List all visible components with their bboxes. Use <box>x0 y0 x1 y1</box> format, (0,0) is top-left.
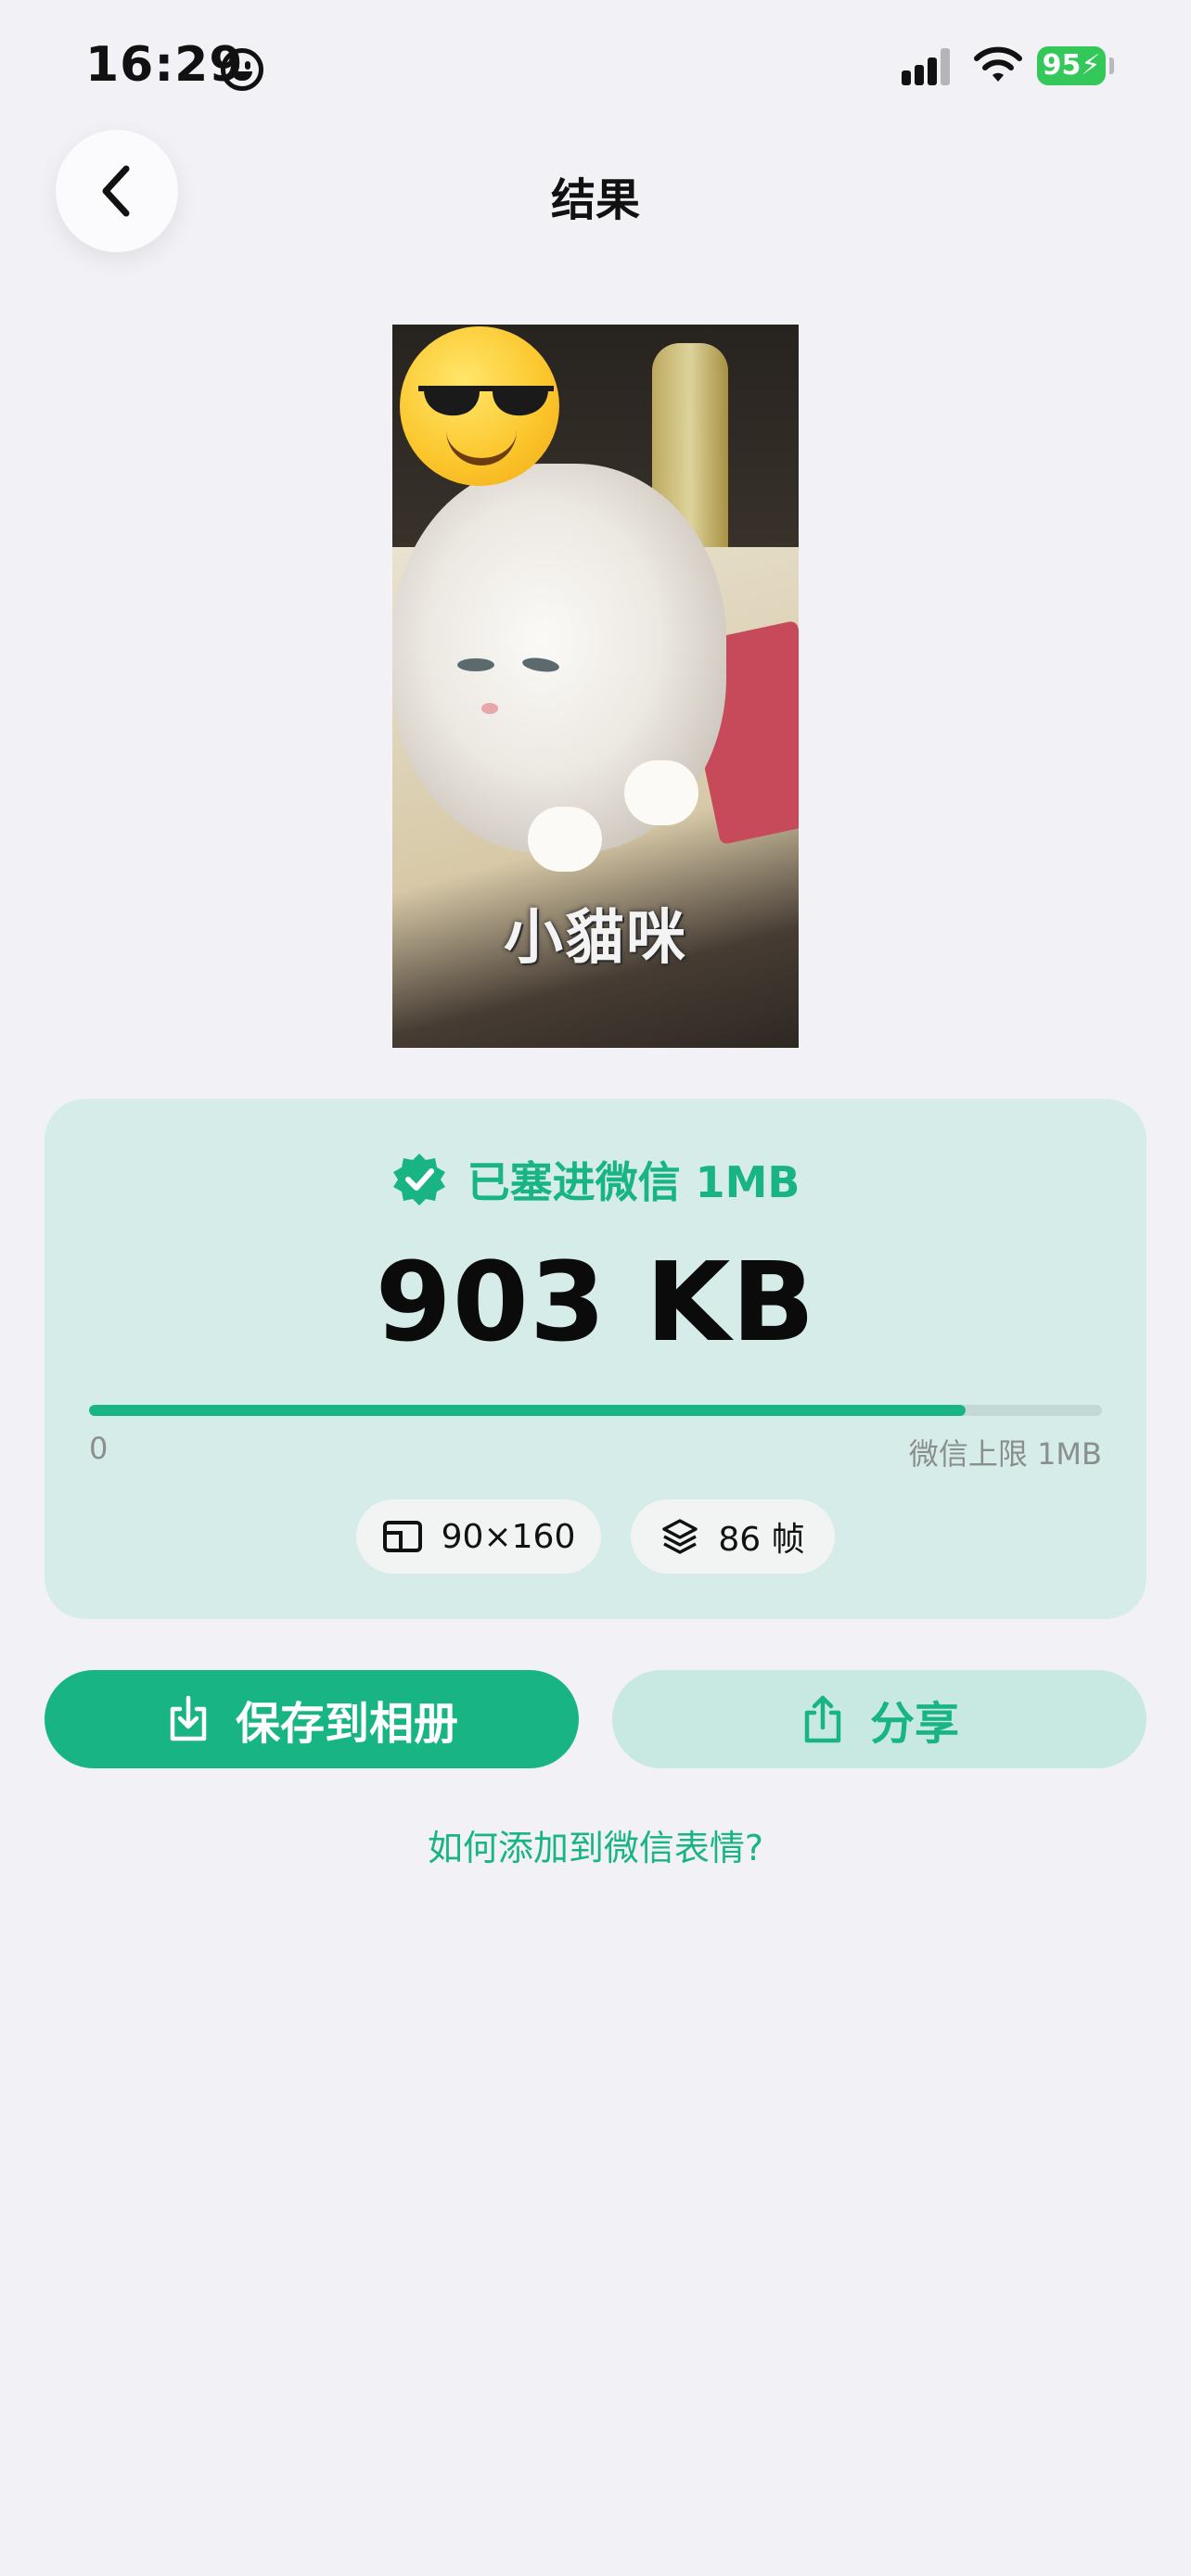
wifi-icon <box>974 46 1022 82</box>
size-progress-fill <box>89 1405 966 1416</box>
size-progress-bar <box>89 1405 1102 1416</box>
how-to-add-link[interactable]: 如何添加到微信表情? <box>0 1819 1191 1870</box>
download-icon <box>170 1695 207 1741</box>
share-button-label: 分享 <box>869 1698 959 1750</box>
frames-label: 86 帧 <box>718 1521 805 1559</box>
verified-check-icon <box>392 1154 445 1205</box>
sunglasses-emoji-icon <box>400 326 559 486</box>
status-row: 已塞进微信 1MB <box>45 1149 1146 1210</box>
progress-min-label: 0 <box>89 1431 109 1466</box>
dimensions-label: 90×160 <box>441 1517 576 1556</box>
battery-tip <box>1109 57 1114 74</box>
dimensions-icon <box>382 1521 422 1552</box>
smiley-status-icon <box>221 48 263 91</box>
cellular-signal-icon <box>902 48 954 85</box>
save-to-album-button[interactable]: 保存到相册 <box>45 1670 579 1768</box>
result-card: 已塞进微信 1MB 903 KB 0 微信上限 1MB 90×160 86 帧 <box>45 1099 1146 1619</box>
share-button[interactable]: 分享 <box>612 1670 1146 1768</box>
status-label: 已塞进微信 1MB <box>467 1157 800 1207</box>
page-title: 结果 <box>550 174 640 226</box>
charging-bolt-icon: ⚡ <box>1081 49 1101 82</box>
battery-level: 95 <box>1042 49 1082 82</box>
file-size-value: 903 KB <box>375 1238 816 1366</box>
battery-indicator: 95⚡ <box>1037 46 1106 85</box>
save-button-label: 保存到相册 <box>235 1698 458 1750</box>
image-caption: 小貓咪 <box>504 904 687 973</box>
result-image-preview: 小貓咪 <box>392 325 799 1048</box>
frames-chip: 86 帧 <box>631 1499 835 1574</box>
share-icon <box>804 1695 841 1743</box>
dimensions-chip: 90×160 <box>356 1499 601 1574</box>
progress-max-label: 微信上限 1MB <box>908 1436 1102 1472</box>
layers-icon <box>662 1519 698 1554</box>
status-time: 16:29 <box>85 37 244 93</box>
